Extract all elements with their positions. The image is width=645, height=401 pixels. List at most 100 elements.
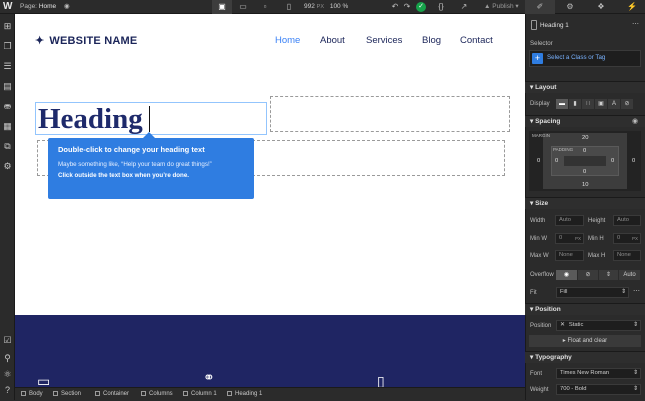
size-section-header[interactable]: ▾ Size bbox=[525, 197, 645, 209]
nav-link-about[interactable]: About bbox=[320, 34, 345, 48]
breadcrumb-columns[interactable]: Columns bbox=[141, 388, 173, 401]
layout-section-header[interactable]: ▾ Layout bbox=[525, 81, 645, 93]
design-canvas[interactable]: ✦ WEBSITE NAME Home About Services Blog C… bbox=[15, 14, 525, 387]
display-block-icon[interactable]: ▬ bbox=[556, 99, 569, 109]
tooltip-footer: Click outside the text box when you’re d… bbox=[58, 172, 189, 179]
laptop-viewport-icon[interactable]: ▭ bbox=[236, 0, 250, 14]
symbols-cube-icon[interactable]: ❐ bbox=[0, 38, 15, 54]
add-element-icon[interactable]: ⊞ bbox=[0, 18, 15, 34]
max-width-input[interactable]: None bbox=[555, 250, 584, 261]
assets-image-icon[interactable]: ▦ bbox=[0, 118, 15, 134]
column-2-outline[interactable] bbox=[270, 96, 510, 132]
breadcrumb: Body Section Container Columns Column 1 … bbox=[15, 387, 525, 400]
position-value: Static bbox=[568, 322, 584, 328]
margin-top-value[interactable]: 20 bbox=[582, 135, 588, 141]
padding-top-value[interactable]: 0 bbox=[583, 148, 586, 154]
spacing-section-header[interactable]: ▾ Spacing bbox=[525, 115, 645, 127]
interactions-icon[interactable]: ❖ bbox=[594, 0, 608, 14]
overflow-auto-button[interactable]: Auto bbox=[619, 270, 641, 280]
width-input[interactable]: Auto bbox=[555, 215, 584, 226]
position-select[interactable]: ✕ Static ⇕ bbox=[556, 320, 641, 331]
nav-link-contact[interactable]: Contact bbox=[460, 34, 493, 48]
display-inline-block-icon[interactable]: ▣ bbox=[595, 99, 608, 109]
min-width-input[interactable]: 0 PX bbox=[555, 233, 584, 244]
desktop-viewport-icon[interactable]: ▣ bbox=[212, 0, 232, 14]
lightning-icon[interactable]: ⚡ bbox=[625, 0, 639, 14]
search-icon[interactable]: ⚲ bbox=[0, 350, 15, 366]
mobile-viewport-icon[interactable]: ▯ bbox=[282, 0, 296, 14]
webflow-logo-icon[interactable]: W bbox=[3, 1, 15, 13]
collapse-chevron-icon: ▾ bbox=[530, 200, 534, 207]
spacing-mode-icon[interactable]: ◉ bbox=[632, 117, 638, 125]
navigator-icon[interactable]: ☰ bbox=[0, 58, 15, 74]
fit-value: Fill bbox=[560, 289, 568, 295]
section-title: Position bbox=[535, 306, 561, 313]
padding-left-value[interactable]: 0 bbox=[555, 158, 558, 164]
breadcrumb-section[interactable]: Section bbox=[53, 388, 81, 401]
publish-label: Publish bbox=[492, 3, 514, 10]
help-icon[interactable]: ? bbox=[0, 382, 15, 398]
pages-icon[interactable]: ▤ bbox=[0, 78, 15, 94]
laptop-illustration-icon: ▭ bbox=[37, 373, 51, 387]
weight-label: Weight bbox=[530, 387, 549, 393]
padding-right-value[interactable]: 0 bbox=[611, 158, 614, 164]
page-selector[interactable]: Page: Home ◉ bbox=[20, 0, 70, 14]
typography-section-header[interactable]: ▾ Typography bbox=[525, 351, 645, 363]
breadcrumb-heading-1[interactable]: Heading 1 bbox=[227, 388, 262, 401]
publish-button[interactable]: ▲ Publish ▾ bbox=[484, 0, 519, 14]
margin-right-value[interactable]: 0 bbox=[632, 158, 635, 164]
display-grid-icon[interactable]: ∷ bbox=[582, 99, 595, 109]
min-height-input[interactable]: 0 PX bbox=[613, 233, 641, 244]
settings-gear-icon[interactable]: ⚙ bbox=[563, 0, 577, 14]
eye-icon[interactable]: ◉ bbox=[64, 3, 70, 10]
height-input[interactable]: Auto bbox=[613, 215, 641, 226]
weight-select[interactable]: 700 - Bold ⇕ bbox=[556, 384, 641, 395]
export-icon[interactable]: ↗ bbox=[457, 0, 471, 14]
position-section-header[interactable]: ▾ Position bbox=[525, 303, 645, 315]
audit-icon[interactable]: ⚛ bbox=[0, 366, 15, 382]
min-width-label: Min W bbox=[530, 236, 547, 242]
breadcrumb-column-1[interactable]: Column 1 bbox=[183, 388, 217, 401]
margin-left-value[interactable]: 0 bbox=[537, 158, 540, 164]
breadcrumb-container[interactable]: Container bbox=[95, 388, 129, 401]
tablet-viewport-icon[interactable]: ▫ bbox=[258, 0, 272, 14]
breadcrumb-label: Section bbox=[61, 391, 82, 397]
padding-bottom-value[interactable]: 0 bbox=[583, 169, 586, 175]
site-logo[interactable]: ✦ WEBSITE NAME bbox=[35, 34, 137, 48]
float-and-clear-toggle[interactable]: ▸ Float and clear bbox=[529, 335, 641, 347]
style-panel-tab-brush-icon[interactable]: ✐ bbox=[525, 0, 555, 14]
max-height-input[interactable]: None bbox=[613, 250, 641, 261]
overflow-hidden-icon[interactable]: ⊘ bbox=[578, 270, 599, 280]
overflow-visible-eye-icon[interactable]: ◉ bbox=[556, 270, 578, 280]
cms-database-icon[interactable]: ⛂ bbox=[0, 98, 15, 114]
breadcrumb-label: Columns bbox=[149, 391, 173, 397]
tasks-checkbox-icon[interactable]: ☑ bbox=[0, 332, 15, 348]
min-height-label: Min H bbox=[588, 236, 604, 242]
fit-select[interactable]: Fill ⇕ bbox=[556, 287, 629, 298]
display-flex-icon[interactable]: ▮ bbox=[569, 99, 582, 109]
more-options-icon[interactable]: ⋯ bbox=[632, 20, 639, 28]
nav-link-home[interactable]: Home bbox=[275, 34, 300, 48]
display-none-icon[interactable]: ⊘ bbox=[621, 99, 634, 109]
font-select[interactable]: Times New Roman ⇕ bbox=[556, 368, 641, 379]
overflow-scroll-icon[interactable]: ⇕ bbox=[599, 270, 619, 280]
min-width-value: 0 bbox=[559, 235, 563, 241]
page-heading[interactable]: Heading bbox=[38, 104, 143, 134]
nav-link-services[interactable]: Services bbox=[366, 34, 402, 48]
canvas-width-readout: 992 PX 100 % bbox=[304, 0, 348, 14]
add-class-plus-icon[interactable]: + bbox=[532, 53, 543, 64]
dark-section[interactable]: ▭ ⚭ ▯ bbox=[15, 315, 525, 387]
phone-illustration-icon: ▯ bbox=[377, 373, 385, 387]
display-label: Display bbox=[530, 101, 550, 107]
display-inline-icon[interactable]: A bbox=[608, 99, 621, 109]
settings-gear-icon[interactable]: ⚙ bbox=[0, 158, 15, 174]
nav-link-blog[interactable]: Blog bbox=[422, 34, 441, 48]
style-manager-icon[interactable]: ⧉ bbox=[0, 138, 15, 154]
collapse-chevron-icon: ▾ bbox=[530, 306, 534, 313]
code-icon[interactable]: {} bbox=[434, 0, 448, 14]
breadcrumb-body[interactable]: Body bbox=[21, 388, 43, 401]
margin-bottom-value[interactable]: 10 bbox=[582, 182, 588, 188]
more-options-icon[interactable]: ⋯ bbox=[633, 287, 640, 295]
redo-icon[interactable]: ↷ bbox=[400, 0, 414, 14]
weight-value: 700 - Bold bbox=[560, 386, 587, 392]
